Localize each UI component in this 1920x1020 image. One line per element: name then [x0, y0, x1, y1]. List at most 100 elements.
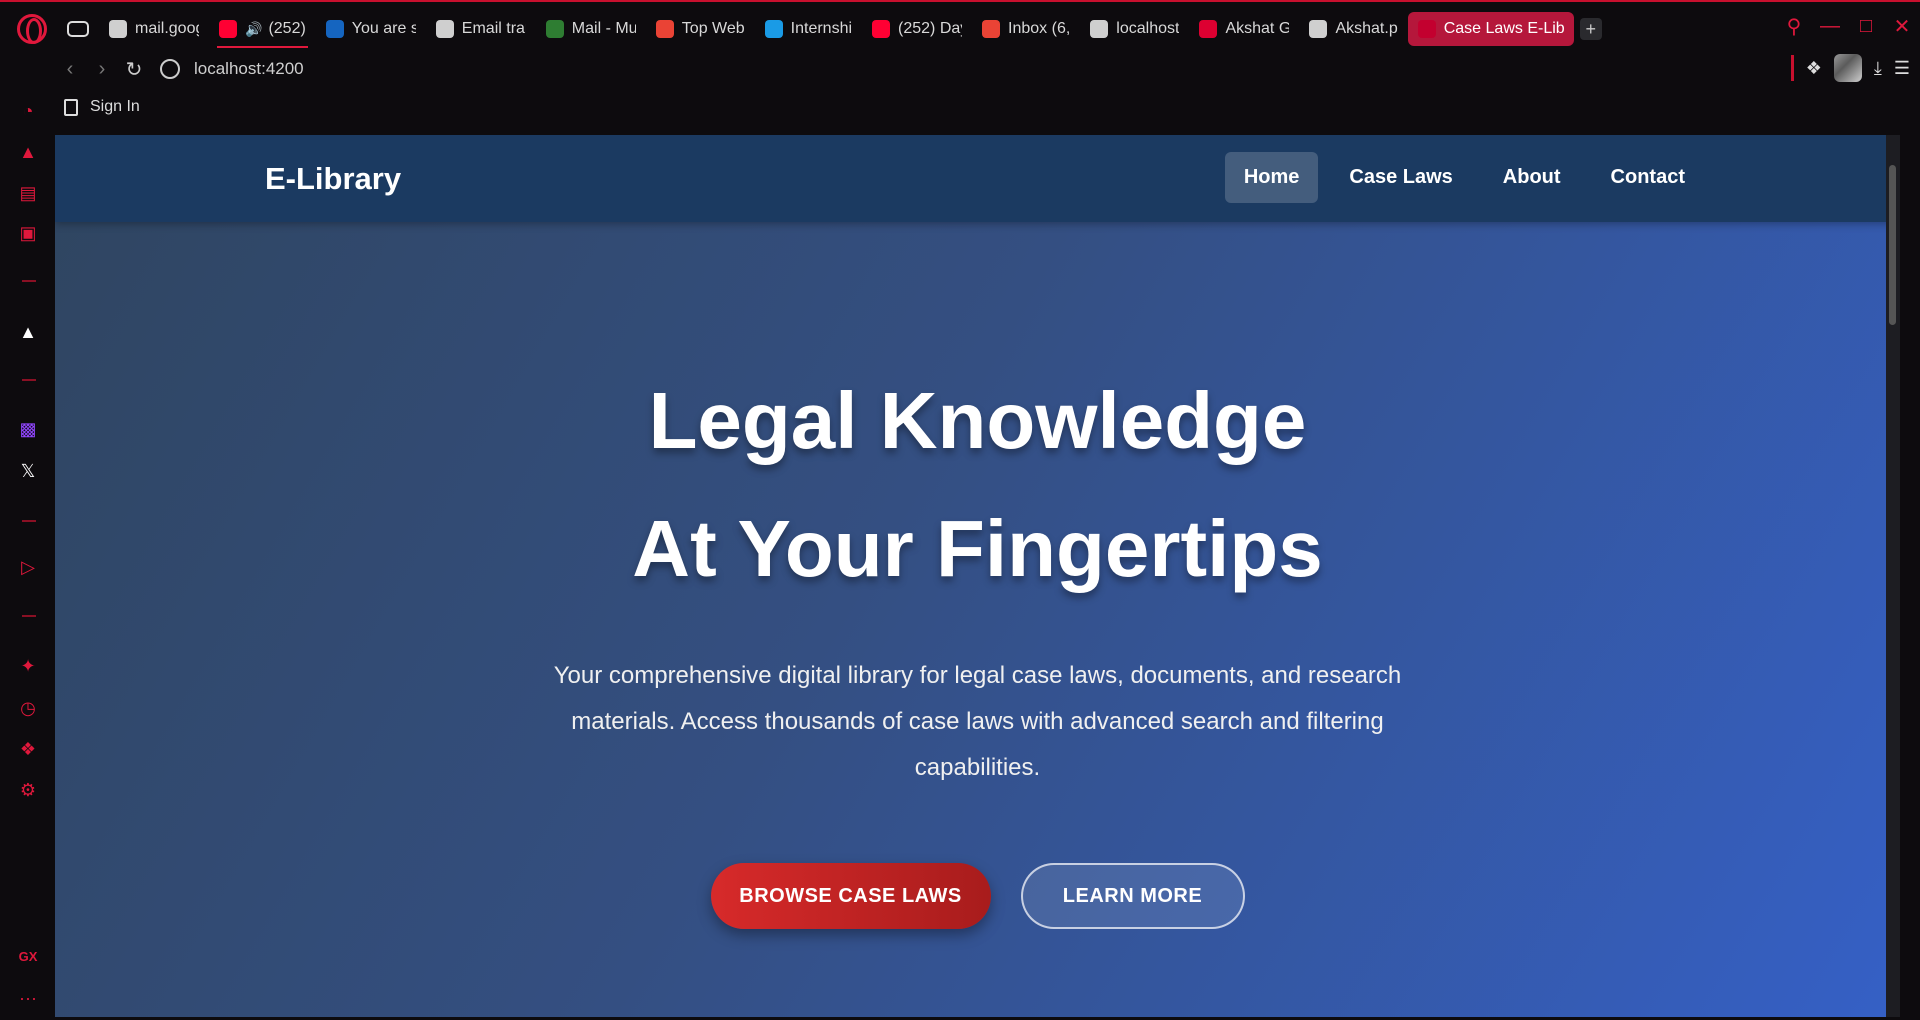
- url-field[interactable]: localhost:4200: [160, 59, 304, 79]
- reload-button[interactable]: ↻: [118, 53, 150, 85]
- settings-gear-icon[interactable]: ⚙: [17, 779, 39, 801]
- page-viewport: E-Library Home Case Laws About Contact L…: [55, 135, 1900, 1017]
- browser-tab[interactable]: mail.goog: [99, 12, 209, 46]
- browser-tab[interactable]: Internshi: [755, 12, 862, 46]
- new-tab-button[interactable]: +: [1579, 18, 1602, 40]
- tab-bar: mail.goog 🔊 (252) You are s Email trar Mail -…: [0, 0, 1920, 56]
- hero-section: Legal Knowledge At Your Fingertips Your …: [55, 222, 1900, 929]
- learn-more-button[interactable]: LEARN MORE: [1020, 863, 1245, 929]
- back-button[interactable]: ‹: [54, 53, 86, 85]
- tab-title: Email trar: [461, 20, 526, 37]
- site-brand[interactable]: E-Library: [265, 161, 401, 197]
- tab-title: Case Laws E-Libr: [1443, 20, 1564, 37]
- tab-title: (252) Day: [898, 20, 963, 37]
- twitch-icon[interactable]: ▩: [17, 418, 39, 440]
- close-button[interactable]: ✕: [1884, 8, 1920, 44]
- browse-case-laws-button[interactable]: BROWSE CASE LAWS: [710, 863, 991, 929]
- globe-icon: [109, 20, 127, 38]
- window-controls: ⚲ — □ ✕: [1776, 8, 1920, 44]
- gmail-icon: [982, 20, 1001, 38]
- news-icon[interactable]: ▤: [17, 182, 39, 204]
- browser-tab[interactable]: You are s: [316, 12, 426, 46]
- browser-tab[interactable]: (252) Day: [862, 12, 972, 46]
- more-icon[interactable]: ···: [17, 987, 39, 1009]
- opera-logo-icon[interactable]: [17, 14, 47, 44]
- player-icon[interactable]: ▷: [17, 556, 39, 578]
- bookmark-sign-in[interactable]: Sign In: [90, 98, 140, 116]
- hero-description: Your comprehensive digital library for l…: [553, 662, 1402, 781]
- tab-title: Internshi: [790, 20, 853, 37]
- tab-title: Inbox (6,: [1008, 20, 1071, 37]
- browser-tab[interactable]: 🔊 (252): [209, 12, 316, 48]
- tab-title: (252): [268, 20, 306, 37]
- gx-label[interactable]: GX: [17, 945, 39, 967]
- gx-mail-icon[interactable]: ▣: [17, 222, 39, 244]
- browser-tab[interactable]: Top Web: [646, 12, 755, 46]
- toolbar-right: ❖ ⤓ ☰: [1790, 54, 1910, 82]
- aria-icon[interactable]: ▲: [17, 321, 39, 343]
- tab-strip: mail.goog 🔊 (252) You are s Email trar Mail -…: [99, 9, 1574, 49]
- sidebar-divider: [22, 520, 36, 522]
- page-icon: [64, 98, 78, 116]
- maximize-button[interactable]: □: [1848, 8, 1884, 44]
- tab-title: localhost: [1116, 20, 1180, 37]
- scrollbar-thumb[interactable]: [1889, 165, 1896, 325]
- extensions-icon[interactable]: ❖: [1806, 58, 1822, 79]
- globe-icon: [1090, 20, 1109, 38]
- browser-tab[interactable]: Akshat G: [1189, 12, 1299, 46]
- tab-title: Top Web: [681, 20, 745, 37]
- sidebar-divider: [22, 615, 36, 617]
- gx-control-icon[interactable]: [67, 21, 89, 37]
- hero-title-line2: At Your Fingertips: [632, 504, 1323, 593]
- openai-icon: [435, 20, 454, 38]
- hot-tabs-icon[interactable]: ▲: [17, 141, 39, 163]
- tab-title: You are s: [351, 20, 416, 37]
- tab-title: Akshat.p: [1335, 20, 1398, 37]
- internshala-icon: [764, 20, 783, 38]
- page-scrollbar[interactable]: [1886, 135, 1900, 1017]
- tab-title: mail.goog: [135, 20, 199, 37]
- easy-setup-icon[interactable]: ☰: [1894, 58, 1910, 79]
- history-icon[interactable]: ◷: [17, 697, 39, 719]
- s-app-icon: [325, 20, 344, 38]
- address-bar: ‹ › ↻ localhost:4200 ❖ ⤓ ☰: [54, 52, 1920, 86]
- mail-icon: [545, 20, 564, 38]
- globe-icon: [160, 59, 180, 79]
- x-twitter-icon[interactable]: 𝕏: [17, 460, 39, 482]
- angular-icon: [1199, 20, 1218, 38]
- browser-tab[interactable]: localhost: [1080, 12, 1189, 46]
- tab-title: Mail - Mu: [571, 20, 636, 37]
- browser-tab[interactable]: Email trar: [426, 12, 536, 46]
- divider: [1790, 55, 1794, 81]
- forward-button[interactable]: ›: [86, 53, 118, 85]
- sidebar: ◔ ▲ ▤ ▣ ▲ ▩ 𝕏 ▷ ✦ ◷ ❖ ⚙ GX ···: [0, 90, 54, 1020]
- minimize-button[interactable]: —: [1812, 8, 1848, 44]
- hero-actions: BROWSE CASE LAWS LEARN MORE: [55, 863, 1900, 929]
- pin-icon[interactable]: ✦: [17, 655, 39, 677]
- youtube-icon: [872, 20, 891, 38]
- youtube-icon: [219, 20, 237, 38]
- speedometer-icon[interactable]: ◔: [17, 100, 39, 122]
- gmail-icon: [655, 20, 674, 38]
- site-nav-links: Home Case Laws About Contact: [1224, 152, 1704, 203]
- sidebar-divider: [22, 280, 36, 282]
- download-icon[interactable]: ⤓: [1874, 58, 1882, 79]
- avatar[interactable]: [1833, 54, 1862, 82]
- nav-home[interactable]: Home: [1224, 152, 1319, 203]
- nav-case-laws[interactable]: Case Laws: [1330, 152, 1471, 203]
- sidebar-divider: [22, 379, 36, 381]
- speaker-icon[interactable]: 🔊: [245, 21, 262, 38]
- search-tabs-icon[interactable]: ⚲: [1776, 8, 1812, 44]
- browser-tab[interactable]: Akshat.p: [1299, 12, 1407, 46]
- browser-tab[interactable]: Mail - Mu: [536, 12, 646, 46]
- url-text: localhost:4200: [194, 59, 304, 78]
- nav-contact[interactable]: Contact: [1592, 152, 1704, 203]
- extensions-sidebar-icon[interactable]: ❖: [17, 738, 39, 760]
- browser-tab[interactable]: Inbox (6,: [972, 12, 1080, 46]
- nav-about[interactable]: About: [1484, 152, 1580, 203]
- tab-title: Akshat G: [1225, 20, 1290, 37]
- bookmarks-bar: Sign In: [64, 98, 140, 116]
- globe-icon: [1309, 20, 1328, 38]
- site-navbar: E-Library Home Case Laws About Contact: [55, 135, 1900, 222]
- browser-tab[interactable]: Case Laws E-Libr: [1407, 12, 1574, 46]
